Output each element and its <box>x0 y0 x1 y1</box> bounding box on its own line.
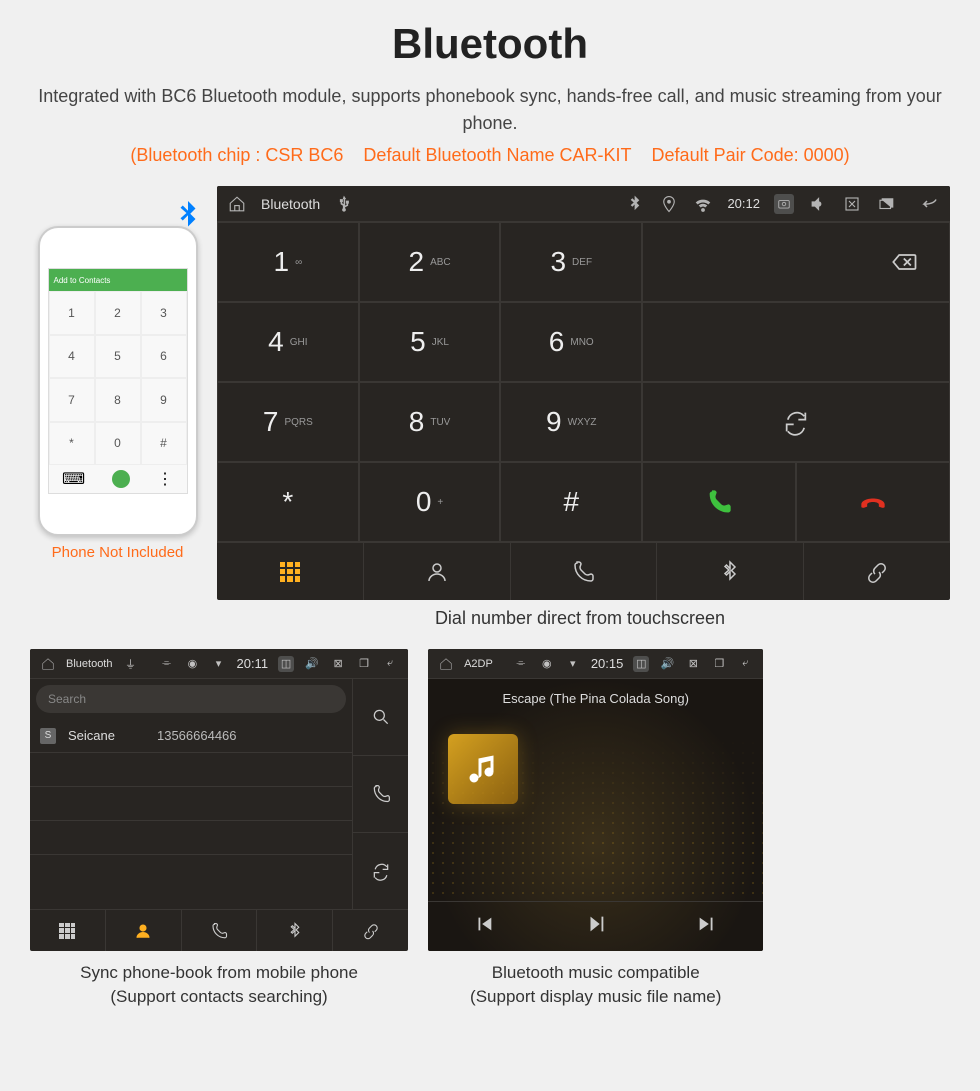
empty-cell <box>642 302 950 382</box>
next-track-button[interactable] <box>696 913 718 940</box>
page-subtitle: Integrated with BC6 Bluetooth module, su… <box>30 83 950 137</box>
bluetooth-status-icon: ⌯ <box>158 656 174 672</box>
dialkey-3[interactable]: 3DEF <box>500 222 642 302</box>
empty-row <box>30 787 352 821</box>
screenshot-icon[interactable]: ◫ <box>633 656 649 672</box>
wifi-icon: ▾ <box>210 656 226 672</box>
back-icon[interactable] <box>920 194 940 214</box>
back-icon[interactable]: ⤶ <box>737 656 753 672</box>
nav-pair[interactable] <box>333 910 408 951</box>
screenshot-icon[interactable]: ◫ <box>278 656 294 672</box>
prev-track-button[interactable] <box>473 913 495 940</box>
dialkey-5[interactable]: 5JKL <box>359 302 501 382</box>
home-icon[interactable] <box>438 656 454 672</box>
empty-row <box>30 753 352 787</box>
contact-number: 13566664466 <box>157 728 237 743</box>
dialkey-4[interactable]: 4GHI <box>217 302 359 382</box>
music-bar-title: A2DP <box>464 658 493 670</box>
dialkey-*[interactable]: * <box>217 462 359 542</box>
nav-contacts[interactable] <box>364 543 511 600</box>
phone-topbar-label: Add to Contacts <box>54 276 111 285</box>
nav-call-history[interactable] <box>511 543 658 600</box>
nav-dialpad[interactable] <box>30 910 106 951</box>
volume-icon[interactable]: 🔊 <box>659 656 675 672</box>
phone-illustration: Add to Contacts 123 456 789 *0# ⌨⋮ Phone… <box>30 186 205 561</box>
location-icon: ◉ <box>184 656 200 672</box>
location-icon <box>659 194 679 214</box>
home-icon[interactable] <box>40 656 56 672</box>
nav-pair[interactable] <box>804 543 950 600</box>
dialer-head-unit: Bluetooth 20:12 1∞2ABC3DEF 4GHI5JKL6MNO 7P… <box>217 186 950 600</box>
nav-dialpad[interactable] <box>217 543 364 600</box>
volume-icon[interactable] <box>808 194 828 214</box>
bluetooth-status-icon: ⌯ <box>513 656 529 672</box>
hangup-button[interactable] <box>796 462 950 542</box>
phonebook-time: 20:11 <box>236 656 268 671</box>
music-panel: A2DP ⌯ ◉ ▾ 20:15 ◫ 🔊 ⊠ ❐ ⤶ Escape (The P… <box>428 649 763 951</box>
recent-apps-icon[interactable] <box>876 194 896 214</box>
dialkey-2[interactable]: 2ABC <box>359 222 501 302</box>
dialer-status-bar: Bluetooth 20:12 <box>217 186 950 222</box>
close-icon[interactable]: ⊠ <box>685 656 701 672</box>
play-pause-button[interactable] <box>585 913 607 940</box>
phonebook-status-bar: Bluetooth ⏚ ⌯ ◉ ▾ 20:11 ◫ 🔊 ⊠ ❐ ⤶ <box>30 649 408 679</box>
side-search-button[interactable] <box>352 679 408 756</box>
dialkey-6[interactable]: 6MNO <box>500 302 642 382</box>
music-caption: Bluetooth music compatible(Support displ… <box>428 961 763 1009</box>
backspace-button[interactable] <box>642 222 950 302</box>
usb-icon <box>334 194 354 214</box>
nav-bluetooth[interactable] <box>657 543 804 600</box>
track-title: Escape (The Pina Colada Song) <box>428 679 763 718</box>
phonebook-caption: Sync phone-book from mobile phone(Suppor… <box>30 961 408 1009</box>
empty-row <box>30 855 352 889</box>
bluetooth-status-icon <box>625 194 645 214</box>
screenshot-icon[interactable] <box>774 194 794 214</box>
empty-row <box>30 821 352 855</box>
wifi-icon <box>693 194 713 214</box>
call-button[interactable] <box>642 462 796 542</box>
home-icon[interactable] <box>227 194 247 214</box>
music-time: 20:15 <box>591 656 624 671</box>
side-call-button[interactable] <box>352 756 408 833</box>
contact-row[interactable]: S Seicane 13566664466 <box>30 719 352 753</box>
contact-badge: S <box>40 728 56 744</box>
music-status-bar: A2DP ⌯ ◉ ▾ 20:15 ◫ 🔊 ⊠ ❐ ⤶ <box>428 649 763 679</box>
contact-search[interactable]: Search <box>36 685 346 713</box>
phone-caption: Phone Not Included <box>30 544 205 561</box>
location-icon: ◉ <box>539 656 555 672</box>
recent-apps-icon[interactable]: ❐ <box>356 656 372 672</box>
nav-call-history[interactable] <box>182 910 258 951</box>
bluetooth-specs: (Bluetooth chip : CSR BC6 Default Blueto… <box>30 145 950 166</box>
page-title: Bluetooth <box>30 20 950 68</box>
dialkey-7[interactable]: 7PQRS <box>217 382 359 462</box>
dialer-caption: Dial number direct from touchscreen <box>30 608 950 629</box>
phonebook-panel: Bluetooth ⏚ ⌯ ◉ ▾ 20:11 ◫ 🔊 ⊠ ❐ ⤶ Search <box>30 649 408 951</box>
wifi-icon: ▾ <box>565 656 581 672</box>
volume-icon[interactable]: 🔊 <box>304 656 320 672</box>
redial-button[interactable] <box>642 382 950 462</box>
usb-icon: ⏚ <box>122 656 138 672</box>
contact-name: Seicane <box>68 728 115 743</box>
dialkey-#[interactable]: # <box>500 462 642 542</box>
close-icon[interactable]: ⊠ <box>330 656 346 672</box>
phonebook-bar-title: Bluetooth <box>66 658 112 670</box>
recent-apps-icon[interactable]: ❐ <box>711 656 727 672</box>
dialkey-8[interactable]: 8TUV <box>359 382 501 462</box>
nav-contacts[interactable] <box>106 910 182 951</box>
bluetooth-wave-icon <box>170 198 206 242</box>
dialkey-1[interactable]: 1∞ <box>217 222 359 302</box>
dialer-time: 20:12 <box>727 196 760 211</box>
back-icon[interactable]: ⤶ <box>382 656 398 672</box>
dialer-bar-title: Bluetooth <box>261 196 320 212</box>
dialkey-0[interactable]: 0+ <box>359 462 501 542</box>
dialkey-9[interactable]: 9WXYZ <box>500 382 642 462</box>
nav-bluetooth[interactable] <box>257 910 333 951</box>
side-sync-button[interactable] <box>352 833 408 909</box>
close-icon[interactable] <box>842 194 862 214</box>
